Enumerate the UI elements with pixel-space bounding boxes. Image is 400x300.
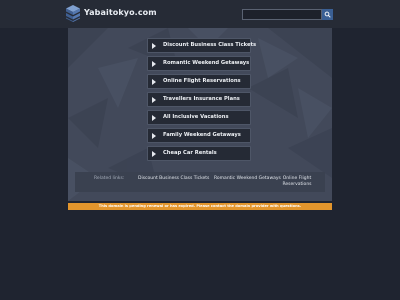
search-icon — [324, 11, 331, 18]
featured-links-list: Discount Business Class Tickets Romantic… — [147, 38, 256, 164]
link-label: Travellers Insurance Plans — [163, 96, 240, 102]
link-label: Family Weekend Getaways — [163, 132, 241, 138]
link-item[interactable]: Cheap Car Rentals — [147, 146, 251, 161]
link-item[interactable]: Romantic Weekend Getaways — [147, 56, 251, 71]
link-item[interactable]: Family Weekend Getaways — [147, 128, 251, 143]
link-label: Discount Business Class Tickets — [163, 42, 257, 48]
arrow-right-icon — [152, 97, 156, 103]
link-item[interactable]: Online Flight Reservations — [147, 74, 251, 89]
arrow-right-icon — [152, 133, 156, 139]
related-links-bar: Related links: Discount Business Class T… — [75, 172, 325, 192]
link-item[interactable]: Discount Business Class Tickets — [147, 38, 256, 53]
related-links-title: Related links: — [94, 176, 125, 181]
link-label: Online Flight Reservations — [163, 78, 241, 84]
arrow-right-icon — [152, 61, 156, 67]
search-button[interactable] — [322, 9, 333, 20]
arrow-right-icon — [152, 115, 156, 121]
related-link[interactable]: Discount Business Class Tickets — [138, 176, 209, 181]
arrow-right-icon — [152, 79, 156, 85]
related-link[interactable]: Online Flight Reservations — [279, 176, 315, 188]
site-name[interactable]: Yabaitokyo.com — [84, 8, 157, 17]
main-panel: Discount Business Class Tickets Romantic… — [68, 28, 332, 201]
search-input[interactable] — [242, 9, 322, 20]
header: Yabaitokyo.com — [0, 0, 400, 28]
link-label: Romantic Weekend Getaways — [163, 60, 250, 66]
related-link[interactable]: Romantic Weekend Getaways — [214, 176, 281, 181]
arrow-right-icon — [152, 43, 156, 49]
arrow-right-icon — [152, 151, 156, 157]
stacked-cubes-logo-icon[interactable] — [66, 5, 80, 22]
link-item[interactable]: Travellers Insurance Plans — [147, 92, 251, 107]
link-label: All Inclusive Vacations — [163, 114, 229, 120]
link-item[interactable]: All Inclusive Vacations — [147, 110, 251, 125]
link-label: Cheap Car Rentals — [163, 150, 217, 156]
expiry-notice: This domain is pending renewal or has ex… — [68, 203, 332, 210]
